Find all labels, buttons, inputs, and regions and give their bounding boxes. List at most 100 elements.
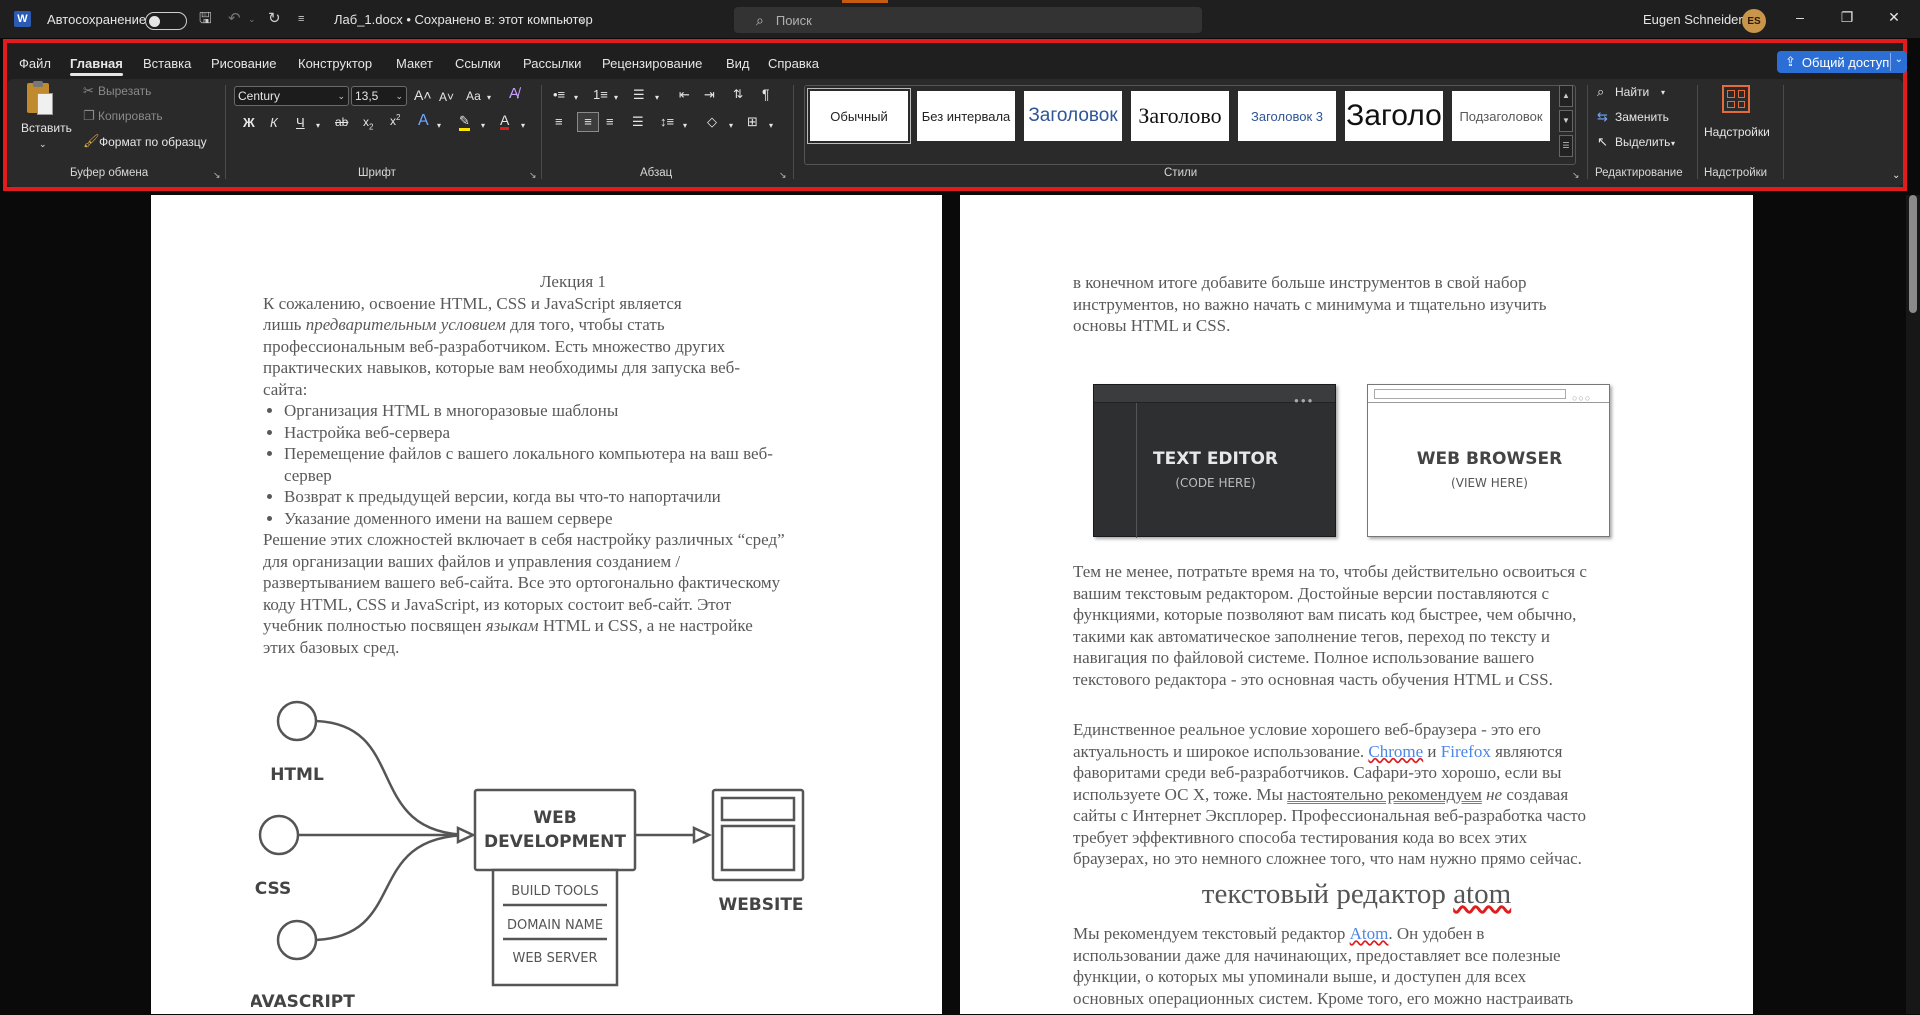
font-size-combo[interactable]: 13,5 ⌄ (351, 86, 407, 106)
style-heading-2[interactable]: Заголово (1131, 91, 1229, 141)
clear-formatting-icon[interactable]: A̸ (509, 86, 519, 101)
style-normal[interactable]: Обычный (808, 89, 910, 143)
select-chevron-icon[interactable]: ▾ (1671, 137, 1675, 151)
page-right[interactable]: в конечном итоге добавите больше инструм… (960, 195, 1753, 1014)
copy-button[interactable]: Копировать (98, 109, 163, 123)
highlight-icon[interactable]: ✎ (459, 114, 470, 131)
bold-button[interactable]: Ж (243, 115, 255, 130)
text-effects-icon[interactable]: A (418, 113, 429, 129)
bullets-icon[interactable]: •≡ (553, 88, 565, 102)
italic-button[interactable]: К (270, 115, 278, 130)
collapse-ribbon-icon[interactable]: ⌄ (1892, 169, 1900, 183)
styles-more-icon[interactable]: ☰ (1559, 135, 1573, 157)
find-chevron-icon[interactable]: ▾ (1661, 86, 1665, 100)
avatar[interactable]: ES (1742, 9, 1766, 33)
user-name[interactable]: Eugen Schneider (1643, 12, 1743, 27)
styles-scroll-up-icon[interactable]: ▲ (1559, 85, 1573, 107)
undo-icon[interactable]: ↶ (228, 11, 241, 27)
autosave-toggle[interactable] (145, 12, 187, 30)
align-center-icon[interactable]: ≡ (577, 112, 599, 132)
tab-design[interactable]: Конструктор (298, 56, 372, 71)
scrollbar-thumb[interactable] (1909, 195, 1917, 313)
tab-references[interactable]: Ссылки (455, 56, 501, 71)
line-spacing-chevron-icon[interactable]: ▾ (683, 119, 687, 133)
font-name-combo[interactable]: Century ⌄ (234, 86, 349, 106)
tab-help[interactable]: Справка (768, 56, 819, 71)
borders-chevron-icon[interactable]: ▾ (769, 119, 773, 133)
line-spacing-icon[interactable]: ↕≡ (660, 115, 674, 129)
align-right-icon[interactable]: ≡ (606, 115, 614, 129)
paste-button[interactable]: Вставить (21, 121, 72, 135)
share-button[interactable]: ⇪ Общий доступ ⌄ (1777, 51, 1907, 73)
undo-dropdown-icon[interactable]: ⌄ (248, 11, 256, 27)
addins-button[interactable]: Надстройки (1704, 125, 1770, 139)
redo-icon[interactable]: ↻ (268, 11, 281, 27)
numbering-icon[interactable]: 1≡ (593, 88, 608, 102)
cut-button[interactable]: Вырезать (98, 84, 151, 98)
underline-chevron-icon[interactable]: ▾ (316, 119, 320, 133)
save-icon[interactable]: 🖫 (199, 11, 212, 27)
find-button[interactable]: Найти (1615, 85, 1649, 99)
tab-layout[interactable]: Макет (396, 56, 433, 71)
style-heading-1[interactable]: Заголовок (1024, 91, 1122, 141)
multilevel-list-icon[interactable]: ☰ (633, 88, 645, 102)
superscript-button[interactable]: x2 (390, 113, 400, 128)
document-title[interactable]: Лаб_1.docx • Сохранено в: этот компьютер (334, 12, 593, 27)
atom-link[interactable]: Atom (1350, 924, 1389, 943)
strikethrough-button[interactable]: ab (335, 115, 348, 129)
text-effects-chevron-icon[interactable]: ▾ (437, 119, 441, 133)
format-painter-button[interactable]: Формат по образцу (99, 135, 207, 149)
increase-indent-icon[interactable]: ⇥ (704, 88, 715, 102)
change-case-chevron-icon[interactable]: ▾ (487, 91, 491, 105)
decrease-indent-icon[interactable]: ⇤ (679, 88, 690, 102)
font-color-icon[interactable]: A (500, 113, 510, 130)
shading-chevron-icon[interactable]: ▾ (729, 119, 733, 133)
select-button[interactable]: Выделить (1615, 135, 1670, 149)
change-case-button[interactable]: Аа (466, 89, 481, 103)
subscript-button[interactable]: x2 (363, 115, 373, 131)
replace-button[interactable]: Заменить (1615, 110, 1669, 124)
restore-icon[interactable]: ❐ (1837, 9, 1857, 26)
tab-file[interactable]: Файл (19, 56, 51, 71)
shading-icon[interactable]: ◇ (707, 115, 717, 129)
tab-mailings[interactable]: Рассылки (523, 56, 581, 71)
page-left[interactable]: Лекция 1 К сожалению, освоение HTML, CSS… (151, 195, 942, 1014)
firefox-link[interactable]: Firefox (1441, 742, 1491, 761)
highlight-chevron-icon[interactable]: ▾ (481, 119, 485, 133)
numbering-chevron-icon[interactable]: ▾ (614, 91, 618, 105)
paste-icon[interactable] (25, 81, 55, 117)
font-launcher-icon[interactable]: ↘ (529, 170, 537, 181)
close-icon[interactable]: ✕ (1884, 9, 1904, 26)
tab-draw[interactable]: Рисование (211, 56, 276, 71)
vertical-scrollbar[interactable] (1906, 195, 1920, 1014)
chrome-link[interactable]: Chrome (1368, 742, 1423, 761)
grow-font-icon[interactable]: A˄ (414, 88, 432, 102)
show-formatting-marks-icon[interactable]: ¶ (762, 87, 770, 101)
justify-icon[interactable]: ☰ (632, 115, 644, 129)
tab-insert[interactable]: Вставка (143, 56, 191, 71)
styles-launcher-icon[interactable]: ↘ (1572, 170, 1580, 181)
style-subtitle[interactable]: Подзаголовок (1452, 91, 1550, 141)
bullets-chevron-icon[interactable]: ▾ (574, 91, 578, 105)
font-color-chevron-icon[interactable]: ▾ (521, 119, 525, 133)
style-no-spacing[interactable]: Без интервала (917, 91, 1015, 141)
share-chevron-down-icon[interactable]: ⌄ (1895, 54, 1903, 65)
multilevel-chevron-icon[interactable]: ▾ (655, 91, 659, 105)
styles-scroll-down-icon[interactable]: ▼ (1559, 110, 1573, 132)
paragraph-launcher-icon[interactable]: ↘ (779, 170, 787, 181)
style-title[interactable]: Заголо (1345, 91, 1443, 141)
customize-toolbar-icon[interactable]: ≡ (298, 11, 304, 27)
paste-chevron-down-icon[interactable]: ⌄ (39, 137, 47, 151)
clipboard-launcher-icon[interactable]: ↘ (213, 170, 221, 181)
underline-button[interactable]: Ч (296, 115, 305, 130)
minimize-icon[interactable]: – (1790, 9, 1810, 25)
tab-home[interactable]: Главная (70, 56, 123, 76)
tab-review[interactable]: Рецензирование (602, 56, 702, 71)
title-chevron-down-icon[interactable]: ⌄ (579, 13, 587, 29)
addins-icon[interactable] (1722, 85, 1750, 113)
shrink-font-icon[interactable]: A˅ (439, 90, 454, 104)
tab-view[interactable]: Вид (726, 56, 750, 71)
sort-icon[interactable]: ⇅ (733, 87, 743, 101)
borders-icon[interactable]: ⊞ (747, 115, 758, 129)
align-left-icon[interactable]: ≡ (555, 115, 563, 129)
